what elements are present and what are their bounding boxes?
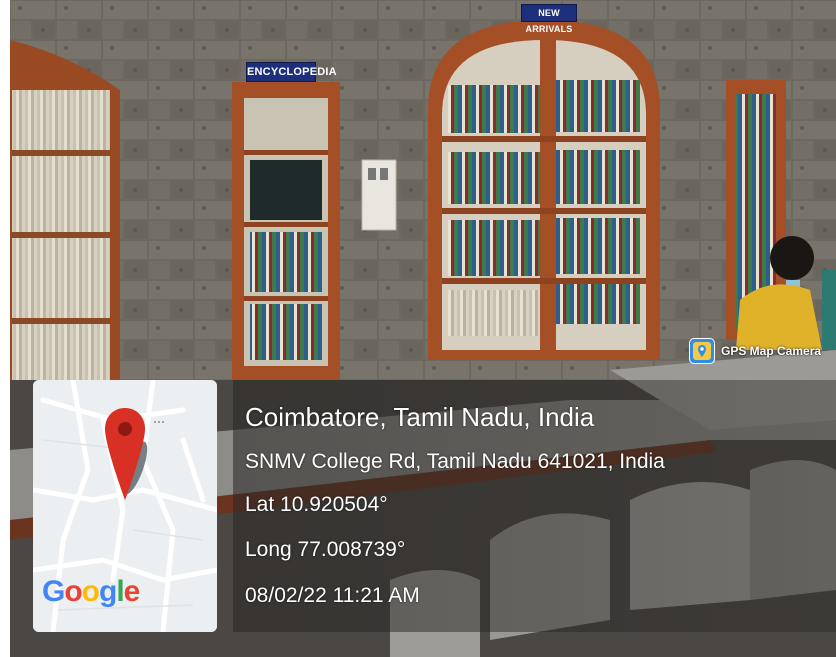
- new-arrivals-sign-text: NEW ARRIVALS: [525, 8, 573, 34]
- map-thumbnail: Google: [33, 380, 217, 632]
- encyclopedia-sign: ENCYCLOPEDIA: [246, 62, 337, 82]
- location-timestamp: 08/02/22 11:21 AM: [245, 584, 420, 607]
- gps-map-camera-icon: [689, 338, 715, 364]
- location-info-panel: Coimbatore, Tamil Nadu, India SNMV Colle…: [233, 380, 836, 632]
- location-address: SNMV College Rd, Tamil Nadu 641021, Indi…: [245, 450, 665, 473]
- encyclopedia-sign-text: ENCYCLOPEDIA: [247, 66, 337, 78]
- map-pin-icon: [105, 408, 148, 500]
- new-arrivals-sign: NEW ARRIVALS: [521, 4, 577, 34]
- location-longitude: Long 77.008739°: [245, 538, 406, 561]
- google-logo: Google: [42, 575, 140, 608]
- location-title: Coimbatore, Tamil Nadu, India: [245, 402, 595, 432]
- gps-map-camera-badge: GPS Map Camera: [689, 331, 821, 371]
- gps-map-camera-label: GPS Map Camera: [721, 344, 822, 358]
- location-latitude: Lat 10.920504°: [245, 493, 388, 516]
